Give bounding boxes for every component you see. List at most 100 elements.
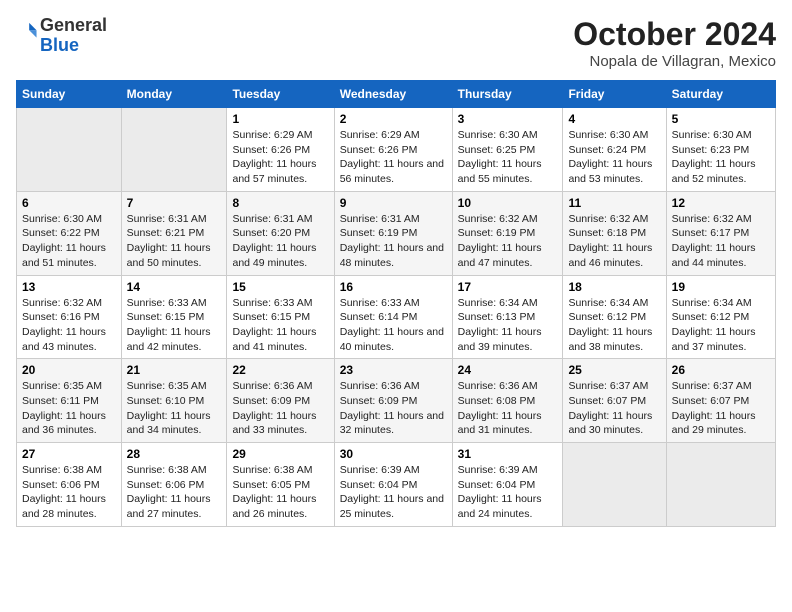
day-info: Sunrise: 6:36 AM Sunset: 6:09 PM Dayligh… xyxy=(232,379,328,438)
calendar-cell: 26Sunrise: 6:37 AM Sunset: 6:07 PM Dayli… xyxy=(666,359,775,443)
logo-blue: Blue xyxy=(40,35,79,55)
calendar-table: SundayMondayTuesdayWednesdayThursdayFrid… xyxy=(16,80,776,527)
day-number: 29 xyxy=(232,447,328,461)
logo: General Blue xyxy=(16,16,107,56)
day-info: Sunrise: 6:32 AM Sunset: 6:16 PM Dayligh… xyxy=(22,296,116,355)
calendar-cell: 11Sunrise: 6:32 AM Sunset: 6:18 PM Dayli… xyxy=(563,191,666,275)
day-number: 22 xyxy=(232,363,328,377)
day-number: 18 xyxy=(568,280,660,294)
day-info: Sunrise: 6:39 AM Sunset: 6:04 PM Dayligh… xyxy=(458,463,558,522)
day-info: Sunrise: 6:35 AM Sunset: 6:10 PM Dayligh… xyxy=(127,379,222,438)
calendar-week-5: 27 Sunrise: 6:38 AM Sunset: 6:06 PM Dayli… xyxy=(17,443,776,527)
day-info: Sunrise: 6:31 AM Sunset: 6:21 PM Dayligh… xyxy=(127,212,222,271)
day-number: 24 xyxy=(458,363,558,377)
header-monday: Monday xyxy=(121,81,227,108)
calendar-cell: 9Sunrise: 6:31 AM Sunset: 6:19 PM Daylig… xyxy=(334,191,452,275)
day-info: Sunrise: 6:30 AM Sunset: 6:24 PM Dayligh… xyxy=(568,128,660,187)
day-info: Sunrise: 6:35 AM Sunset: 6:11 PM Dayligh… xyxy=(22,379,116,438)
day-info: Sunrise: 6:32 AM Sunset: 6:19 PM Dayligh… xyxy=(458,212,558,271)
day-info: Sunrise: 6:34 AM Sunset: 6:12 PM Dayligh… xyxy=(568,296,660,355)
header-wednesday: Wednesday xyxy=(334,81,452,108)
day-number: 8 xyxy=(232,196,328,210)
calendar-cell xyxy=(17,108,122,192)
day-number: 30 xyxy=(340,447,447,461)
day-info: Sunrise: 6:33 AM Sunset: 6:14 PM Dayligh… xyxy=(340,296,447,355)
calendar-cell: 19Sunrise: 6:34 AM Sunset: 6:12 PM Dayli… xyxy=(666,275,775,359)
day-info: Sunrise: 6:32 AM Sunset: 6:18 PM Dayligh… xyxy=(568,212,660,271)
day-number: 19 xyxy=(672,280,770,294)
day-number: 25 xyxy=(568,363,660,377)
day-number: 31 xyxy=(458,447,558,461)
day-info: Sunrise: 6:31 AM Sunset: 6:19 PM Dayligh… xyxy=(340,212,447,271)
day-number: 26 xyxy=(672,363,770,377)
day-number: 5 xyxy=(672,112,770,126)
calendar-cell: 20 Sunrise: 6:35 AM Sunset: 6:11 PM Dayli… xyxy=(17,359,122,443)
calendar-cell: 23 Sunrise: 6:36 AM Sunset: 6:09 PM Dayli… xyxy=(334,359,452,443)
calendar-cell: 18 Sunrise: 6:34 AM Sunset: 6:12 PM Dayli… xyxy=(563,275,666,359)
day-info: Sunrise: 6:36 AM Sunset: 6:09 PM Dayligh… xyxy=(340,379,447,438)
calendar-cell: 29 Sunrise: 6:38 AM Sunset: 6:05 PM Dayli… xyxy=(227,443,334,527)
day-info: Sunrise: 6:38 AM Sunset: 6:05 PM Dayligh… xyxy=(232,463,328,522)
calendar-cell: 5Sunrise: 6:30 AM Sunset: 6:23 PM Daylig… xyxy=(666,108,775,192)
calendar-cell: 30 Sunrise: 6:39 AM Sunset: 6:04 PM Dayli… xyxy=(334,443,452,527)
calendar-cell: 4 Sunrise: 6:30 AM Sunset: 6:24 PM Daylig… xyxy=(563,108,666,192)
calendar-cell: 12 Sunrise: 6:32 AM Sunset: 6:17 PM Dayli… xyxy=(666,191,775,275)
day-info: Sunrise: 6:29 AM Sunset: 6:26 PM Dayligh… xyxy=(340,128,447,187)
calendar-cell: 7 Sunrise: 6:31 AM Sunset: 6:21 PM Daylig… xyxy=(121,191,227,275)
page-header: General Blue October 2024 Nopala de Vill… xyxy=(16,16,776,70)
day-number: 6 xyxy=(22,196,116,210)
calendar-cell: 31 Sunrise: 6:39 AM Sunset: 6:04 PM Dayli… xyxy=(452,443,563,527)
calendar-cell xyxy=(563,443,666,527)
day-number: 7 xyxy=(127,196,222,210)
header-sunday: Sunday xyxy=(17,81,122,108)
day-info: Sunrise: 6:37 AM Sunset: 6:07 PM Dayligh… xyxy=(568,379,660,438)
calendar-cell: 3Sunrise: 6:30 AM Sunset: 6:25 PM Daylig… xyxy=(452,108,563,192)
calendar-cell: 10 Sunrise: 6:32 AM Sunset: 6:19 PM Dayli… xyxy=(452,191,563,275)
calendar-header-row: SundayMondayTuesdayWednesdayThursdayFrid… xyxy=(17,81,776,108)
day-info: Sunrise: 6:36 AM Sunset: 6:08 PM Dayligh… xyxy=(458,379,558,438)
calendar-cell: 17 Sunrise: 6:34 AM Sunset: 6:13 PM Dayli… xyxy=(452,275,563,359)
day-info: Sunrise: 6:38 AM Sunset: 6:06 PM Dayligh… xyxy=(127,463,222,522)
day-number: 20 xyxy=(22,363,116,377)
day-number: 12 xyxy=(672,196,770,210)
calendar-cell xyxy=(666,443,775,527)
calendar-cell: 21Sunrise: 6:35 AM Sunset: 6:10 PM Dayli… xyxy=(121,359,227,443)
day-info: Sunrise: 6:39 AM Sunset: 6:04 PM Dayligh… xyxy=(340,463,447,522)
calendar-cell: 1 Sunrise: 6:29 AM Sunset: 6:26 PM Daylig… xyxy=(227,108,334,192)
calendar-cell: 14 Sunrise: 6:33 AM Sunset: 6:15 PM Dayli… xyxy=(121,275,227,359)
calendar-cell: 13Sunrise: 6:32 AM Sunset: 6:16 PM Dayli… xyxy=(17,275,122,359)
header-friday: Friday xyxy=(563,81,666,108)
day-info: Sunrise: 6:34 AM Sunset: 6:13 PM Dayligh… xyxy=(458,296,558,355)
calendar-cell: 24 Sunrise: 6:36 AM Sunset: 6:08 PM Dayli… xyxy=(452,359,563,443)
day-number: 4 xyxy=(568,112,660,126)
title-block: October 2024 Nopala de Villagran, Mexico xyxy=(573,16,776,70)
calendar-cell: 16Sunrise: 6:33 AM Sunset: 6:14 PM Dayli… xyxy=(334,275,452,359)
day-info: Sunrise: 6:33 AM Sunset: 6:15 PM Dayligh… xyxy=(232,296,328,355)
day-info: Sunrise: 6:30 AM Sunset: 6:22 PM Dayligh… xyxy=(22,212,116,271)
day-number: 28 xyxy=(127,447,222,461)
calendar-cell: 6 Sunrise: 6:30 AM Sunset: 6:22 PM Daylig… xyxy=(17,191,122,275)
day-number: 14 xyxy=(127,280,222,294)
page-title: October 2024 xyxy=(573,16,776,53)
calendar-cell: 15 Sunrise: 6:33 AM Sunset: 6:15 PM Dayli… xyxy=(227,275,334,359)
day-number: 27 xyxy=(22,447,116,461)
day-number: 23 xyxy=(340,363,447,377)
day-info: Sunrise: 6:30 AM Sunset: 6:25 PM Dayligh… xyxy=(458,128,558,187)
calendar-cell: 8 Sunrise: 6:31 AM Sunset: 6:20 PM Daylig… xyxy=(227,191,334,275)
day-info: Sunrise: 6:29 AM Sunset: 6:26 PM Dayligh… xyxy=(232,128,328,187)
day-number: 1 xyxy=(232,112,328,126)
day-number: 10 xyxy=(458,196,558,210)
day-info: Sunrise: 6:38 AM Sunset: 6:06 PM Dayligh… xyxy=(22,463,116,522)
calendar-week-4: 20 Sunrise: 6:35 AM Sunset: 6:11 PM Dayli… xyxy=(17,359,776,443)
calendar-cell: 2 Sunrise: 6:29 AM Sunset: 6:26 PM Daylig… xyxy=(334,108,452,192)
day-number: 2 xyxy=(340,112,447,126)
header-tuesday: Tuesday xyxy=(227,81,334,108)
calendar-week-2: 6 Sunrise: 6:30 AM Sunset: 6:22 PM Daylig… xyxy=(17,191,776,275)
day-number: 15 xyxy=(232,280,328,294)
calendar-cell: 25 Sunrise: 6:37 AM Sunset: 6:07 PM Dayli… xyxy=(563,359,666,443)
day-info: Sunrise: 6:33 AM Sunset: 6:15 PM Dayligh… xyxy=(127,296,222,355)
day-info: Sunrise: 6:31 AM Sunset: 6:20 PM Dayligh… xyxy=(232,212,328,271)
calendar-cell: 22 Sunrise: 6:36 AM Sunset: 6:09 PM Dayli… xyxy=(227,359,334,443)
day-number: 17 xyxy=(458,280,558,294)
day-info: Sunrise: 6:32 AM Sunset: 6:17 PM Dayligh… xyxy=(672,212,770,271)
